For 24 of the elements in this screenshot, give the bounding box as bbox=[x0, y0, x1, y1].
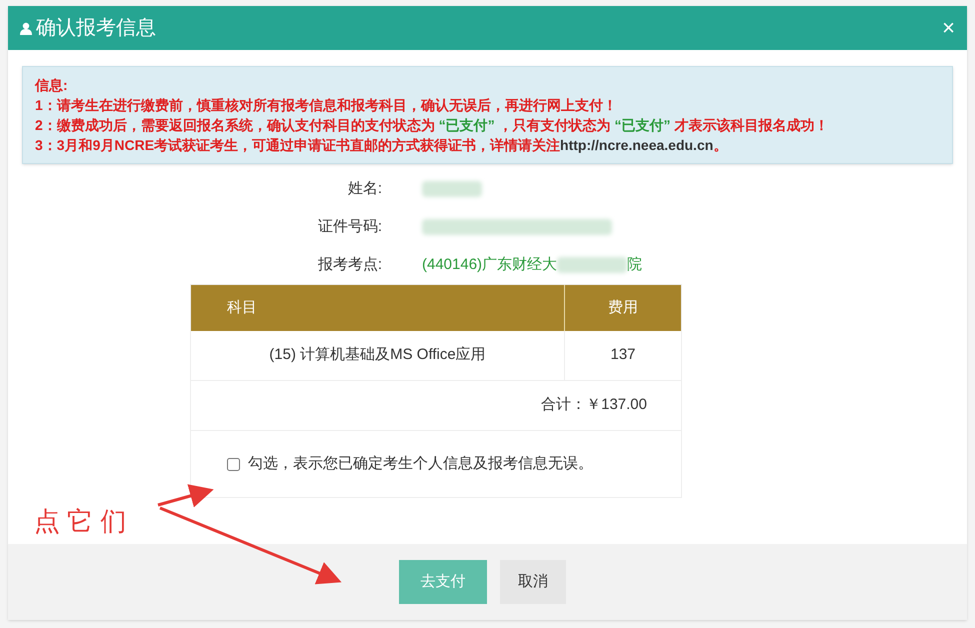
confirm-label: 勾选，表示您已确定考生个人信息及报考信息无误。 bbox=[248, 454, 593, 474]
exam-site: (440146)广东财经大 bbox=[422, 254, 558, 275]
user-icon bbox=[20, 22, 32, 34]
redacted-blur bbox=[557, 257, 628, 273]
info-line: 3：3月和9月NCRE考试获证考生，可通过申请证书直邮的方式获得证书，详情请关注http://ncre.neea.edu.cn。 bbox=[35, 136, 728, 155]
total-amount: 合计：￥137.00 bbox=[541, 395, 647, 416]
info-line: 1：请考生在进行缴费前，慎重核对所有报考信息和报考科目，确认无误后，再进行网上支付！ bbox=[35, 96, 618, 115]
info-line: 2：缴费成功后，需要返回报名系统，确认支付科目的支付状态为 “已支付” ，只有支付状态为 “已支付” 才表示该科目报名成功！ bbox=[35, 116, 830, 135]
info-heading: 信息: bbox=[35, 76, 69, 95]
redacted-blur bbox=[422, 181, 482, 197]
cancel-button[interactable]: 取消 bbox=[500, 560, 566, 604]
close-button[interactable]: × bbox=[942, 17, 955, 39]
exam-site-end: 院 bbox=[627, 254, 642, 275]
field-label: 证件号码: bbox=[316, 216, 382, 237]
field-label: 报考考点: bbox=[316, 254, 382, 275]
column-header: 科目 bbox=[191, 285, 565, 331]
pay-button[interactable]: 去支付 bbox=[399, 560, 487, 604]
annotation-text: 点 它 们 bbox=[34, 505, 126, 538]
table-cell-text: 137 bbox=[609, 345, 637, 366]
confirm-checkbox[interactable] bbox=[227, 458, 240, 470]
table-cell: (15) 计算机基础及MS Office应用 bbox=[191, 331, 565, 380]
dialog-title: 确认报考信息 bbox=[36, 16, 156, 41]
field-label: 姓名: bbox=[346, 178, 382, 199]
column-header: 费用 bbox=[607, 298, 639, 318]
